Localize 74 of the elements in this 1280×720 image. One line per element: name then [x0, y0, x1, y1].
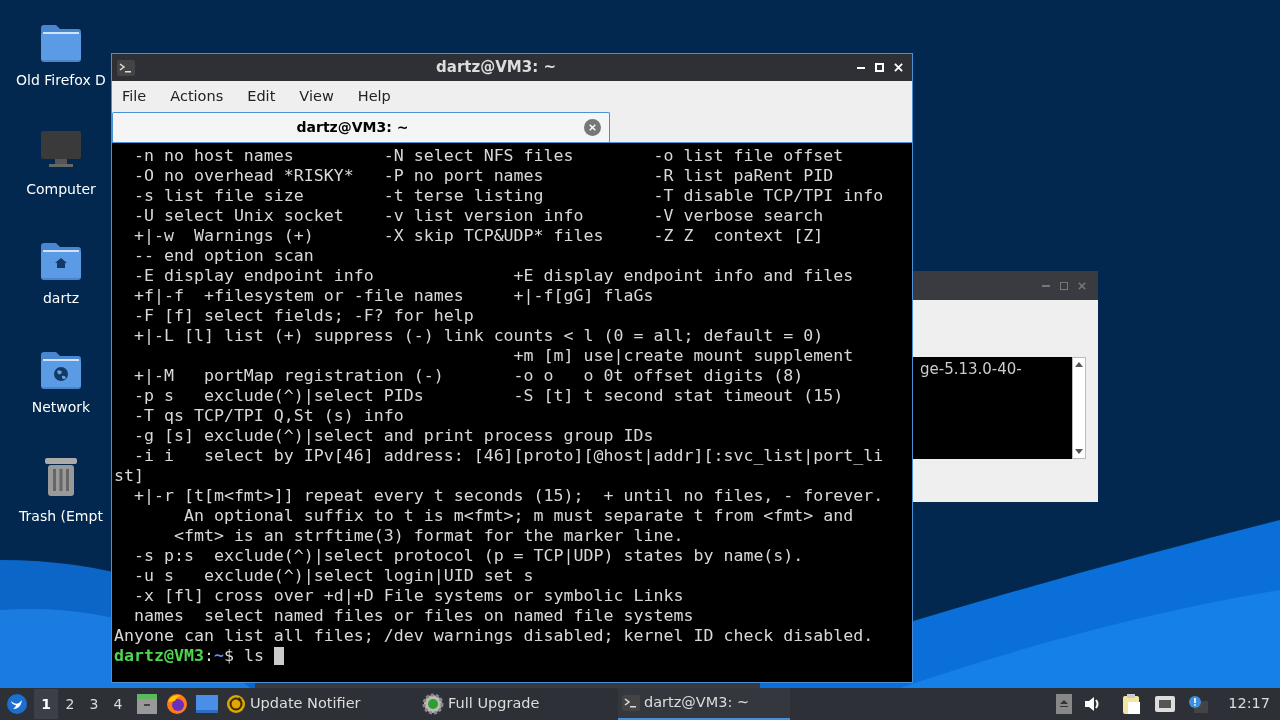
workspace-button[interactable]: 2: [58, 689, 82, 719]
globe-folder-icon: [39, 351, 83, 389]
clipboard-icon[interactable]: [1122, 693, 1143, 715]
output-text: ge-5.13.0-40-: [919, 359, 1023, 380]
desktop-icon-label[interactable]: Old Firefox D: [16, 70, 106, 91]
firefox-icon[interactable]: [166, 693, 188, 715]
workspace-button[interactable]: 1: [34, 689, 58, 719]
scrollbar[interactable]: [1072, 357, 1086, 459]
menu-item[interactable]: View: [291, 85, 342, 108]
clock[interactable]: 12:17: [1228, 693, 1270, 715]
terminal-line: +m [m] use|create mount supplement: [512, 346, 854, 366]
eject-icon[interactable]: [1056, 694, 1073, 714]
terminal-line: st]: [114, 466, 144, 486]
taskbar-task[interactable]: Full Upgrade: [418, 688, 618, 720]
window-title: dartz@VM3: ~: [435, 57, 557, 79]
text-cursor: [273, 647, 284, 665]
prompt-user-host: dartz@VM3: [114, 646, 204, 666]
scroll-down-icon[interactable]: [1075, 449, 1083, 454]
tab-label: dartz@VM3: ~: [295, 118, 410, 137]
terminal-line: <fmt> is an strftime(3) format for the marker line.: [172, 526, 684, 546]
terminal-line: -s list file size -t terse listing -T disable TCP/TPI info: [132, 186, 884, 206]
bird-logo-icon: [6, 693, 28, 715]
workspace-button[interactable]: 4: [106, 689, 130, 719]
terminal-line: An optional suffix to t is m<fmt>; m must separate t from <fmt> and: [182, 506, 854, 526]
terminal-line: -p s exclude(^)|select PIDs -S [t] t second stat timeout (15): [132, 386, 844, 406]
terminal-line: -- end option scan: [132, 246, 314, 266]
terminal-line: +|-r [t[m<fmt>]] repeat every t seconds (15); + until no files, - forever.: [132, 486, 884, 506]
terminal-line: +f|-f +filesystem or -file names +|-f[gG] flaGs: [132, 286, 654, 306]
menu-item[interactable]: Help: [349, 85, 399, 108]
refresh-icon: [226, 694, 246, 714]
terminal-line: -E display endpoint info +E display endpoint info and files: [132, 266, 854, 286]
terminal-line: +|-M portMap registration (-) -o o o 0t offset digits (8): [132, 366, 804, 386]
gear-icon: [422, 693, 444, 715]
terminal-line: -x [fl] cross over +d|+D File systems or symbolic Links: [132, 586, 684, 606]
prompt-command: $ ls: [223, 646, 265, 666]
menu-item[interactable]: File: [114, 85, 155, 108]
terminal-line: -u s exclude(^)|select login|UID set s: [132, 566, 534, 586]
file-cabinet-icon[interactable]: [136, 694, 158, 714]
taskbar-task[interactable]: dartz@VM3: ~: [618, 688, 790, 720]
alert-icon[interactable]: [1188, 695, 1209, 713]
minimize-icon[interactable]: [857, 66, 865, 69]
terminal-line: -g [s] exclude(^)|select and print process group IDs: [132, 426, 654, 446]
terminal-line: -s p:s exclude(^)|select protocol (p = TCP|UDP) states by name(s).: [132, 546, 804, 566]
menu-item[interactable]: Actions: [162, 85, 232, 108]
close-tab-icon[interactable]: [584, 119, 601, 136]
desktop-icon-label[interactable]: Computer: [26, 179, 96, 200]
terminal-line: Anyone can list all files; /dev warnings disabled; kernel ID check disabled.: [114, 626, 874, 646]
task-label: Full Upgrade: [448, 694, 540, 714]
terminal-line: -O no overhead *RISKY* -P no port names -R list paRent PID: [132, 166, 834, 186]
workspace-button[interactable]: 3: [82, 689, 106, 719]
terminal-tab[interactable]: dartz@VM3: ~: [112, 112, 610, 142]
terminal-line: +|-L [l] list (+) suppress (-) link counts < l (0 = all; default = 0): [132, 326, 824, 346]
terminal-icon: [117, 59, 135, 76]
scroll-up-icon[interactable]: [1075, 362, 1083, 367]
task-label: Update Notifier: [250, 694, 361, 714]
prompt-separator: :: [203, 646, 214, 666]
desktop-icon-label[interactable]: Trash (Empt: [19, 506, 103, 527]
desktop-icon-label[interactable]: dartz: [42, 288, 80, 309]
terminal-line: names select named files or files on named file systems: [132, 606, 694, 626]
taskbar-task[interactable]: Update Notifier: [222, 688, 418, 720]
desktop-icon-label[interactable]: Network: [31, 397, 91, 418]
home-folder-icon: [39, 242, 83, 280]
menu-item[interactable]: Edit: [239, 85, 284, 108]
terminal-line: +|-w Warnings (+) -X skip TCP&UDP* files -Z Z context [Z]: [132, 226, 824, 246]
terminal-icon: [622, 695, 640, 711]
network-port-icon[interactable]: [1154, 695, 1177, 713]
task-label: dartz@VM3: ~: [644, 693, 750, 713]
folder-icon: [39, 24, 83, 62]
terminal-line: -n no host names -N select NFS files -o list file offset: [132, 146, 844, 166]
prompt-path: ~: [213, 646, 224, 666]
terminal-line: -i i select by IPv[46] address: [46][proto][@host|addr][:svc_list|port_li: [132, 446, 884, 466]
terminal-line: -U select Unix socket -v list version info -V verbose search: [132, 206, 824, 226]
terminal-line: -F [f] select fields; -F? for help: [132, 306, 474, 326]
terminal-line: -T qs TCP/TPI Q,St (s) info: [132, 406, 404, 426]
